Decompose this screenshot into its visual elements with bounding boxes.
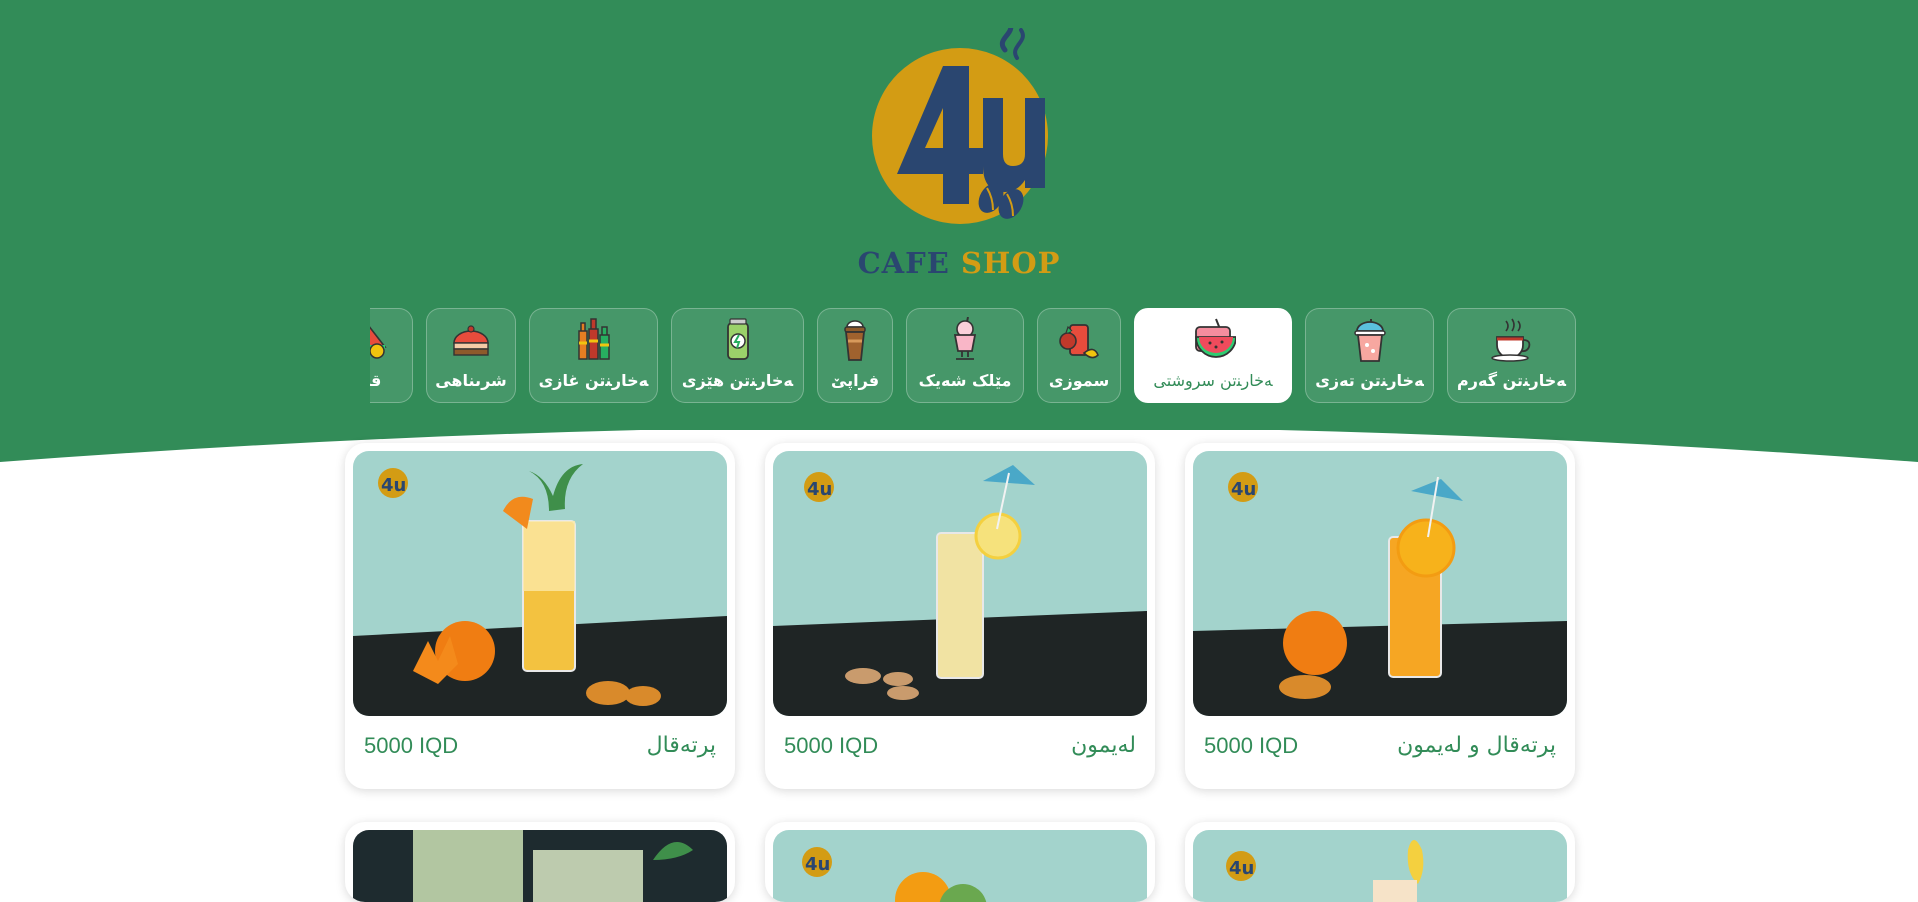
category-tab-sweets[interactable]: شرىناهى [426, 308, 516, 403]
category-tab-energy-drinks[interactable]: ﻪﺧﺎرﻨﺗﻦ هێزى [671, 308, 804, 403]
category-label: قى [370, 371, 382, 390]
product-name: پرتەقال و لەیمون [1397, 733, 1556, 758]
category-tab-smoothie[interactable]: سموزى [1037, 308, 1121, 403]
smoothie-icon [1059, 324, 1099, 359]
category-label: فراپێ [830, 371, 880, 390]
product-price: 5000 IQD [364, 733, 459, 758]
sweets-icon [453, 325, 489, 356]
category-bar: ﻪﺧﺎرﻨﺗﻦ ﮔﻪرم ﻪﺧﺎرﻨﺗﻦ ﺗﻪزى ﻪﺧﺎرﻨﺗﻦ سروشتى [370, 308, 1576, 405]
product-image-orange-juice: 4u [353, 451, 727, 716]
energy-drink-icon [726, 318, 749, 360]
svg-text:4u: 4u [1229, 858, 1254, 879]
logo-watermark: 4u [802, 847, 832, 877]
milkshake-icon [953, 317, 977, 360]
logo[interactable] [865, 28, 1055, 228]
product-price: 5000 IQD [784, 733, 879, 758]
product-card[interactable] [345, 822, 735, 902]
brand-word-2: SHOP [960, 246, 1061, 280]
category-tab-natural-drinks[interactable]: ﻪﺧﺎرﻨﺗﻦ سروشتى [1134, 308, 1292, 403]
product-card[interactable]: 4u 5000 IQD پرتەقال و لەیمون [1185, 443, 1575, 789]
product-price: 5000 IQD [1204, 733, 1299, 758]
category-tab-frappe[interactable]: فراپێ [817, 308, 893, 403]
category-label: ﻪﺧﺎرﻨﺗﻦ ﮔﻪرم [1457, 371, 1566, 390]
category-label: سموزى [1048, 371, 1110, 390]
svg-text:4u: 4u [1231, 479, 1256, 500]
product-card[interactable]: 4u [1185, 822, 1575, 902]
brand-word-1: CAFE [857, 246, 950, 280]
frappe-icon [844, 320, 866, 361]
category-label: ﻪﺧﺎرﻨﺗﻦ غازى [538, 371, 649, 390]
logo-watermark: 4u [378, 468, 408, 498]
category-label: مێلک شەیک [918, 371, 1012, 390]
category-label: ﻪﺧﺎرﻨﺗﻦ سروشتى [1153, 371, 1273, 390]
svg-text:4u: 4u [807, 479, 832, 500]
product-card[interactable]: 4u 5000 IQD پرتەقال [345, 443, 735, 789]
category-label: ﻪﺧﺎرﻨﺗﻦ هێزى [681, 371, 794, 390]
category-tab-milkshake[interactable]: مێلک شەیک [906, 308, 1024, 403]
product-name: پرتەقال [646, 733, 716, 758]
hot-drink-icon [1490, 318, 1530, 362]
iced-drink-icon [1353, 319, 1386, 362]
category-tab-soft-drinks[interactable]: ﻪﺧﺎرﻨﺗﻦ غازى [529, 308, 658, 403]
category-tab-hot-drinks[interactable]: ﻪﺧﺎرﻨﺗﻦ ﮔﻪرم [1447, 308, 1576, 403]
category-label: شرىناهى [435, 371, 507, 390]
product-name: لەیمون [1071, 733, 1136, 758]
category-tab-cocktail[interactable]: قى [370, 308, 413, 403]
category-tab-iced-drinks[interactable]: ﻪﺧﺎرﻨﺗﻦ ﺗﻪزى [1305, 308, 1434, 403]
product-image-lemon-juice: 4u [773, 451, 1147, 716]
brand-name: CAFE SHOP [0, 246, 1918, 280]
product-card[interactable]: 4u 5000 IQD لەیمون [765, 443, 1155, 789]
product-image-kiwi-juice: 4u [773, 830, 1147, 902]
product-image-banana-shake: 4u [1193, 830, 1567, 902]
product-card[interactable]: 4u [765, 822, 1155, 902]
svg-text:4u: 4u [381, 475, 406, 496]
product-image-orange-lemon-juice: 4u [1193, 451, 1567, 716]
product-image-mojito [353, 830, 727, 902]
soda-bottles-icon [577, 318, 610, 360]
watermelon-juice-icon [1195, 318, 1236, 358]
logo-watermark: 4u [1228, 472, 1258, 502]
category-label: ﻪﺧﺎرﻨﺗﻦ ﺗﻪزى [1315, 371, 1424, 390]
logo-watermark: 4u [1226, 851, 1256, 881]
logo-watermark: 4u [804, 472, 834, 502]
svg-text:4u: 4u [805, 854, 830, 875]
fruit-cocktail-icon [370, 326, 387, 359]
